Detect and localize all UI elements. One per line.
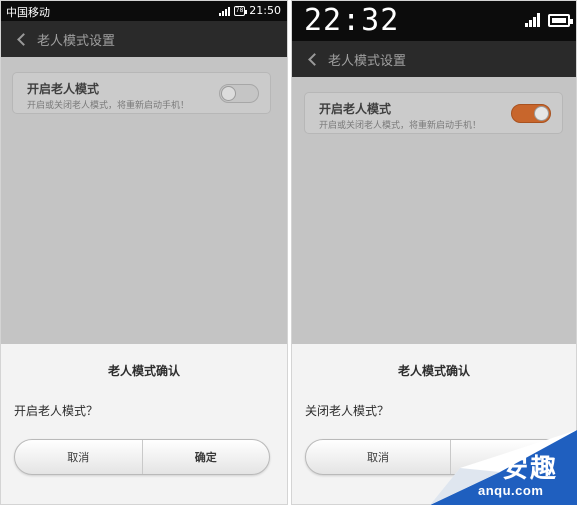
dialog-message: 开启老人模式？	[14, 404, 99, 418]
dialog-title: 老人模式确认	[107, 364, 180, 378]
dialog-title: 老人模式确认	[397, 364, 470, 378]
setting-title: 开启老人模式	[319, 102, 392, 116]
page-title: 老人模式设置	[328, 53, 407, 69]
dialog-message: 关闭老人模式？	[305, 404, 390, 418]
status-bar: 中国移动 78 21:50	[1, 1, 287, 21]
status-bar: 22:32	[292, 1, 576, 41]
phone-screen-right: 22:32 老人模式设置 开启老人模式 开启或关闭老人模式，将重新启动手机！ 老…	[291, 0, 577, 505]
signal-icon	[218, 5, 230, 16]
elderly-mode-toggle[interactable]	[219, 84, 259, 103]
signal-icon	[525, 13, 540, 27]
action-bar: 老人模式设置	[292, 41, 576, 77]
setting-row-elderly-mode[interactable]: 开启老人模式 开启或关闭老人模式，将重新启动手机！	[304, 92, 563, 134]
carrier-name: 中国移动	[6, 6, 50, 19]
setting-description: 开启或关闭老人模式，将重新启动手机！	[319, 121, 482, 131]
setting-description: 开启或关闭老人模式，将重新启动手机！	[27, 101, 190, 111]
back-arrow-icon[interactable]	[300, 47, 324, 71]
cancel-button[interactable]: 取消	[15, 440, 142, 474]
battery-icon	[548, 13, 573, 27]
status-time: 21:50	[249, 4, 281, 17]
status-icons: 78 21:50	[218, 4, 281, 17]
cancel-button[interactable]: 取消	[306, 440, 450, 474]
battery-icon: 78	[233, 5, 248, 16]
setting-row-elderly-mode[interactable]: 开启老人模式 开启或关闭老人模式，将重新启动手机！	[12, 72, 271, 114]
phone-screen-left: 中国移动 78 21:50 老人模式设置 开启老人模式 开启或关闭老人模式，将重…	[0, 0, 288, 505]
dialog-button-bar: 取消 确定	[14, 439, 270, 475]
back-arrow-icon[interactable]	[9, 27, 33, 51]
watermark-site: anqu.com	[478, 483, 544, 498]
status-icons	[525, 13, 573, 27]
elderly-mode-toggle[interactable]	[511, 104, 551, 123]
page-title: 老人模式设置	[37, 33, 116, 49]
status-time: 22:32	[304, 3, 400, 38]
confirm-button[interactable]: 确定	[141, 440, 270, 474]
setting-title: 开启老人模式	[27, 82, 100, 96]
action-bar: 老人模式设置	[1, 21, 287, 57]
battery-level: 78	[235, 6, 244, 14]
confirm-dialog: 老人模式确认 开启老人模式？ 取消 确定	[1, 344, 287, 504]
watermark-logo-text: 安趣	[502, 454, 559, 484]
